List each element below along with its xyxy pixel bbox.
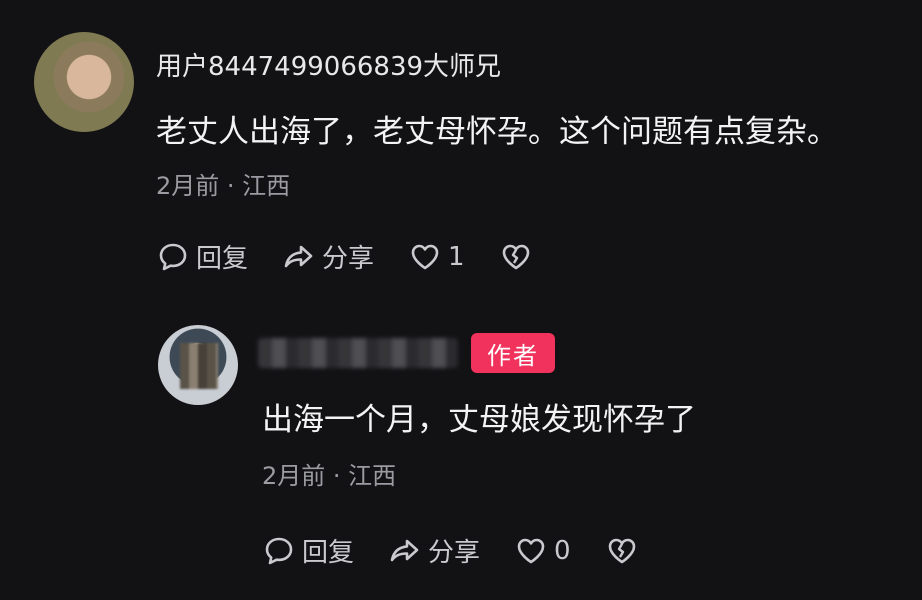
comment-icon xyxy=(159,243,187,270)
avatar[interactable] xyxy=(34,32,134,132)
share-button[interactable]: 分享 xyxy=(388,532,480,569)
like-count: 0 xyxy=(554,535,571,566)
share-button[interactable]: 分享 xyxy=(282,238,374,275)
share-label: 分享 xyxy=(428,538,481,568)
heart-icon xyxy=(517,538,545,563)
share-icon xyxy=(390,539,419,561)
dislike-button[interactable] xyxy=(605,534,645,568)
share-label: 分享 xyxy=(322,244,375,274)
reply-text: 出海一个月，丈母娘发现怀孕了 xyxy=(262,402,696,438)
like-count: 1 xyxy=(448,241,465,272)
broken-heart-icon xyxy=(502,244,529,269)
avatar-mosaic xyxy=(180,343,218,389)
comment-icon xyxy=(265,537,293,564)
comment-text: 老丈人出海了，老丈母怀孕。这个问题有点复杂。 xyxy=(156,114,838,150)
comment-actions: 回复 分享 1 xyxy=(156,238,573,275)
reply-meta: 2月前 · 江西 xyxy=(262,462,397,490)
reply-label: 回复 xyxy=(302,538,355,568)
comment-username[interactable]: 用户8447499066839大师兄 xyxy=(156,46,501,83)
author-badge: 作者 xyxy=(471,333,555,373)
avatar[interactable] xyxy=(158,325,238,405)
reply-label: 回复 xyxy=(196,244,249,274)
broken-heart-icon xyxy=(608,538,635,563)
reply-username-blurred[interactable] xyxy=(258,338,458,368)
reply-actions: 回复 分享 0 xyxy=(262,532,679,569)
like-button[interactable]: 0 xyxy=(514,534,571,568)
like-button[interactable]: 1 xyxy=(408,240,465,274)
reply-button[interactable]: 回复 xyxy=(262,532,354,569)
heart-icon xyxy=(411,244,439,269)
share-icon xyxy=(284,245,313,267)
reply-button[interactable]: 回复 xyxy=(156,238,248,275)
comment-meta: 2月前 · 江西 xyxy=(156,172,291,200)
dislike-button[interactable] xyxy=(499,240,539,274)
